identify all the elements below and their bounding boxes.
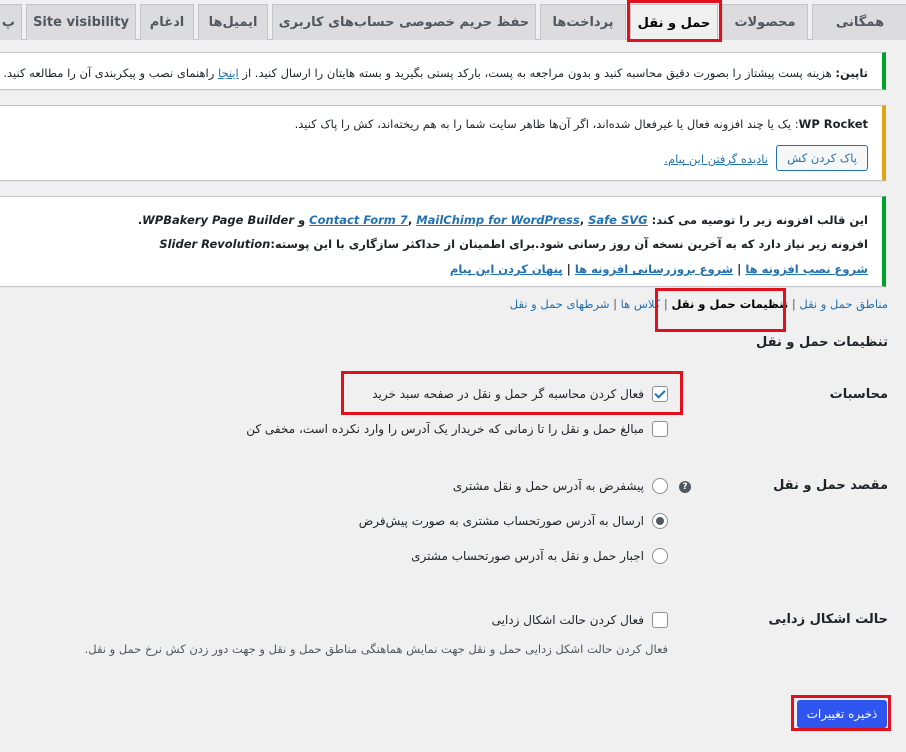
debug-mode-description: فعال کردن حالت اشکل زدایی حمل و نقل جهت … [84,642,668,656]
settings-tabs: همگانی محصولات حمل و نقل پرداخت‌ها حفظ ح… [0,0,906,41]
plugin-name-slider-revolution: Slider Revolution [159,237,271,251]
wp-rocket-notice-text: WP Rocket: یک یا چند افزونه فعال یا غیرف… [295,117,868,131]
save-changes-button[interactable]: ذخیره تغییرات [797,700,887,728]
subnav-shipping-zones[interactable]: مناطق حمل و نقل [799,297,888,311]
dest-billing-only-radio[interactable] [652,548,668,564]
tab-shipping[interactable]: حمل و نقل [630,4,718,41]
debug-mode-option-label: فعال کردن حالت اشکال زدایی [491,613,644,627]
tab-more[interactable]: پ [0,4,22,40]
plugin-sep: , [407,213,417,227]
subnav-shipping-classes[interactable]: کلاس ها [621,297,661,311]
dest-shipping-radio[interactable] [652,478,668,494]
plugin-sep: , [579,213,589,227]
dest-billing-only-option[interactable]: اجبار حمل و نقل به آدرس صورتحساب مشتری [411,548,668,564]
plugin-and: و [294,213,310,227]
tapin-notice: تاپین: هزینه پست پیشتاز را بصورت دقیق مح… [0,52,886,90]
debug-mode-checkbox[interactable] [652,612,668,628]
plugin-actions: شروع نصب افزونه ها | شروع بروزرسانی افزو… [450,262,868,276]
subnav-shipping-settings[interactable]: تنظیمات حمل و نقل [671,297,788,311]
calculations-label: محاسبات [829,387,888,402]
tapin-notice-text: تاپین: هزینه پست پیشتاز را بصورت دقیق مح… [3,66,868,80]
subnav-shipping-conditions[interactable]: شرطهای حمل و نقل [510,297,610,311]
dest-billing-option[interactable]: ارسال به آدرس صورتحساب مشتری به صورت پیش… [359,513,668,529]
tab-products[interactable]: محصولات [722,4,808,40]
hide-costs-label: مبالغ حمل و نقل را تا زمانی که خریدار یک… [246,422,644,436]
actions-divider: | [733,262,746,276]
dest-billing-only-label: اجبار حمل و نقل به آدرس صورتحساب مشتری [411,549,644,563]
update-plugins-link[interactable]: شروع بروزرسانی افزونه ها [575,262,733,276]
debug-mode-label: حالت اشکال زدایی [768,612,888,627]
shipping-destination-label: مقصد حمل و نقل [773,478,888,493]
actions-divider: | [562,262,575,276]
hide-costs-checkbox[interactable] [652,421,668,437]
debug-mode-option[interactable]: فعال کردن حالت اشکال زدایی [492,612,668,628]
enable-calculator-option[interactable]: فعال کردن محاسبه گر حمل و نقل در صفحه سب… [372,386,668,402]
dest-billing-label: ارسال به آدرس صورتحساب مشتری به صورت پیش… [358,514,644,528]
plugin-link-mailchimp[interactable]: MailChimp for WordPress [416,213,580,227]
wp-rocket-message: : یک یا چند افزونه فعال یا غیرفعال شده‌ا… [294,117,799,131]
tapin-text-after: راهنمای نصب و پیکربندی آن را مطالعه کنید… [3,66,218,80]
tapin-text-before: هزینه پست پیشتاز را بصورت دقیق محاسبه کن… [238,66,836,80]
tapin-brand: تاپین: [835,66,868,80]
tab-accounts-privacy[interactable]: حفظ حریم خصوصی حساب‌های کاربری [272,4,536,40]
subnav-divider: | [660,297,672,311]
wp-rocket-brand: WP Rocket [798,117,868,131]
dest-shipping-option[interactable]: پیشفرض به آدرس حمل و نقل مشتری [453,478,668,494]
shipping-subnav: مناطق حمل و نقل | تنظیمات حمل و نقل | کل… [510,297,888,311]
update-required-line: افزونه زیر نیاز دارد که به آخرین نسخه آن… [159,237,868,251]
clear-cache-button[interactable]: پاک کردن کش [776,145,868,171]
wp-rocket-notice: WP Rocket: یک یا چند افزونه فعال یا غیرف… [0,105,886,181]
enable-calculator-checkbox[interactable] [652,386,668,402]
dest-shipping-label: پیشفرض به آدرس حمل و نقل مشتری [452,479,644,493]
subnav-divider: | [788,297,800,311]
hide-notice-link[interactable]: پنهان کردن این پیام [450,262,563,276]
enable-calculator-label: فعال کردن محاسبه گر حمل و نقل در صفحه سب… [372,387,644,401]
subnav-divider: | [609,297,621,311]
tab-payments[interactable]: پرداخت‌ها [540,4,626,40]
tab-integration[interactable]: ادغام [140,4,194,40]
plugin-name-wpbakery: WPBakery Page Builder [142,213,295,227]
update-required-text: افزونه زیر نیاز دارد که به آخرین نسخه آن… [270,237,868,251]
hide-costs-option[interactable]: مبالغ حمل و نقل را تا زمانی که خریدار یک… [246,421,668,437]
plugin-link-contact-form-7[interactable]: Contact Form 7 [309,213,408,227]
page-title: تنظیمات حمل و نقل [755,335,888,350]
recommended-plugins-notice: این قالب افزونه زیر را توصیه می کند: Con… [0,196,886,287]
recommended-plugins-line: این قالب افزونه زیر را توصیه می کند: Con… [138,213,868,227]
tab-site-visibility[interactable]: Site visibility [26,4,136,40]
dest-billing-radio[interactable] [652,513,668,529]
tab-emails[interactable]: ایمیل‌ها [198,4,268,40]
tab-general[interactable]: همگانی [812,4,906,40]
tapin-guide-link[interactable]: اینجا [218,66,239,80]
plugin-link-safe-svg[interactable]: Safe SVG [588,213,647,227]
recommended-prefix: این قالب افزونه زیر را توصیه می کند: [647,213,868,227]
install-plugins-link[interactable]: شروع نصب افزونه ها [745,262,868,276]
dismiss-notice-link[interactable]: نادیده گرفتن این پیام. [664,152,768,166]
help-icon[interactable]: ? [679,481,691,493]
